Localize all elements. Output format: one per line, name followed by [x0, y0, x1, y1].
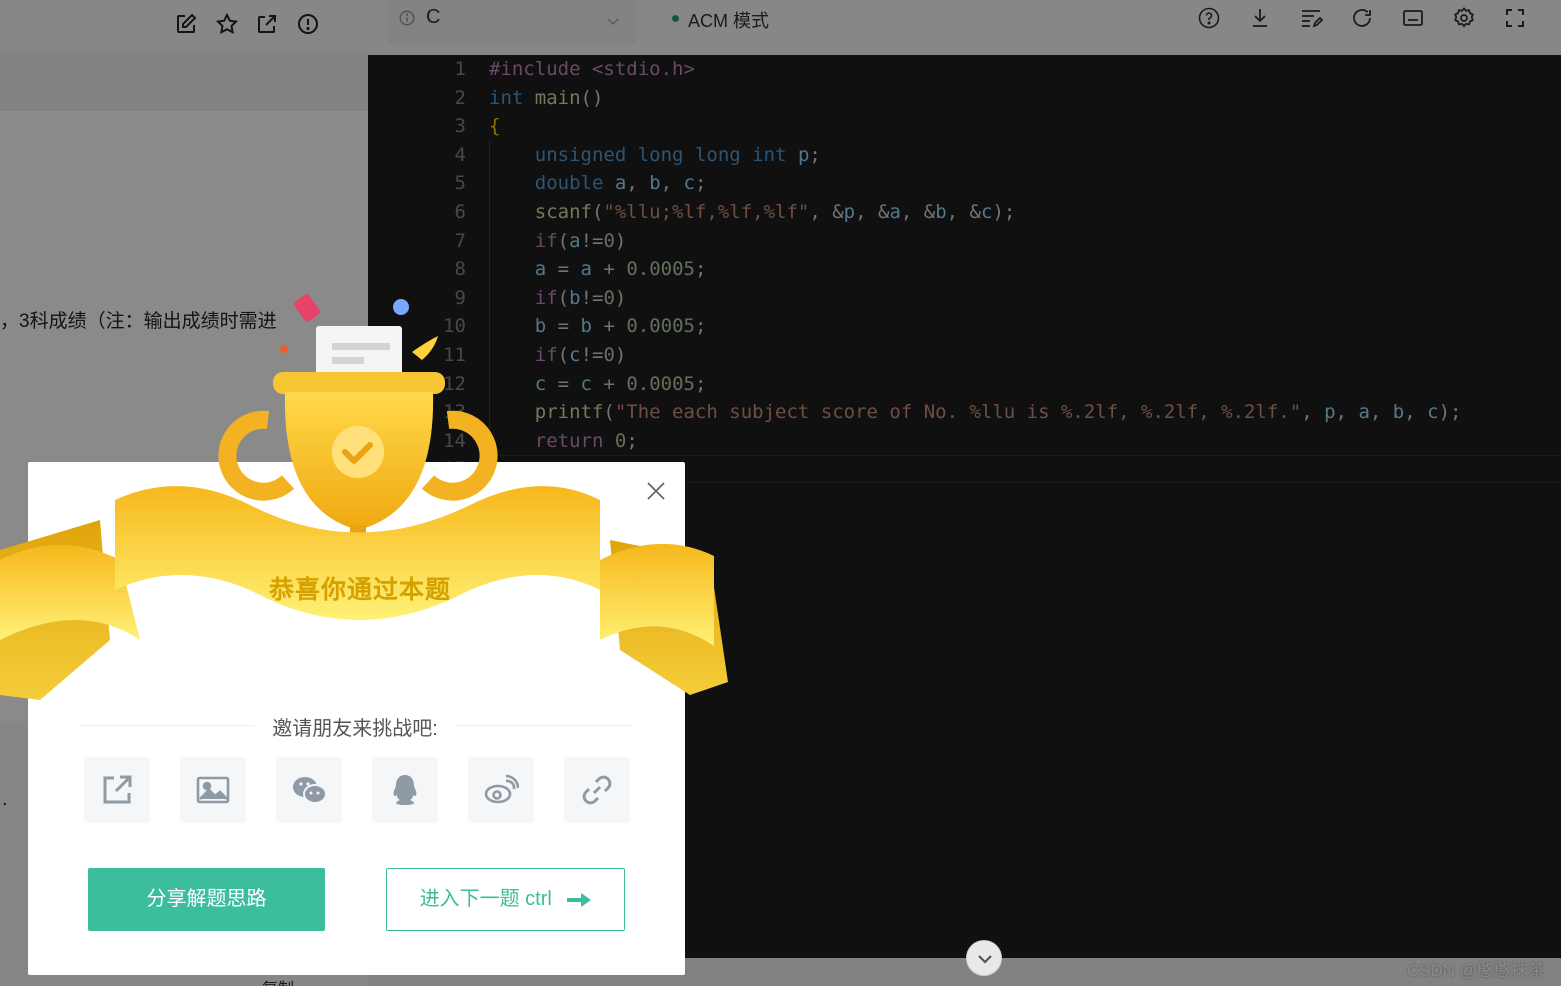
share-solution-button[interactable]: 分享解题思路: [88, 868, 325, 931]
invite-label: 邀请朋友来挑战吧:: [272, 718, 438, 740]
share-wechat-button[interactable]: [276, 757, 342, 823]
confetti-shape: [393, 299, 409, 315]
divider: [456, 725, 632, 726]
confetti-shape: [412, 336, 438, 360]
next-problem-button[interactable]: 进入下一题 ctrl: [386, 868, 625, 931]
certificate-line: [332, 357, 364, 364]
next-problem-label: 进入下一题 ctrl: [419, 888, 552, 910]
trophy-rim: [273, 372, 445, 394]
trophy-illustration: [0, 294, 728, 700]
dialog-title: 恭喜你通过本题: [268, 576, 451, 604]
confetti-shape: [293, 294, 321, 322]
close-icon[interactable]: [645, 480, 667, 502]
copy-link-button[interactable]: [564, 757, 630, 823]
confetti-shape: [280, 345, 288, 353]
share-image-button[interactable]: [180, 757, 246, 823]
trophy-handle-right: [421, 410, 498, 501]
share-weibo-button[interactable]: [468, 757, 534, 823]
share-link-button[interactable]: [84, 757, 150, 823]
trophy-badge: [332, 426, 384, 478]
trophy-handle-left: [218, 410, 295, 501]
certificate-line: [332, 343, 390, 350]
arrow-right-icon: [567, 892, 592, 907]
share-qq-button[interactable]: [372, 757, 438, 823]
divider: [80, 725, 254, 726]
invite-row: 邀请朋友来挑战吧:: [80, 712, 632, 740]
collapse-console-button[interactable]: [966, 940, 1002, 976]
